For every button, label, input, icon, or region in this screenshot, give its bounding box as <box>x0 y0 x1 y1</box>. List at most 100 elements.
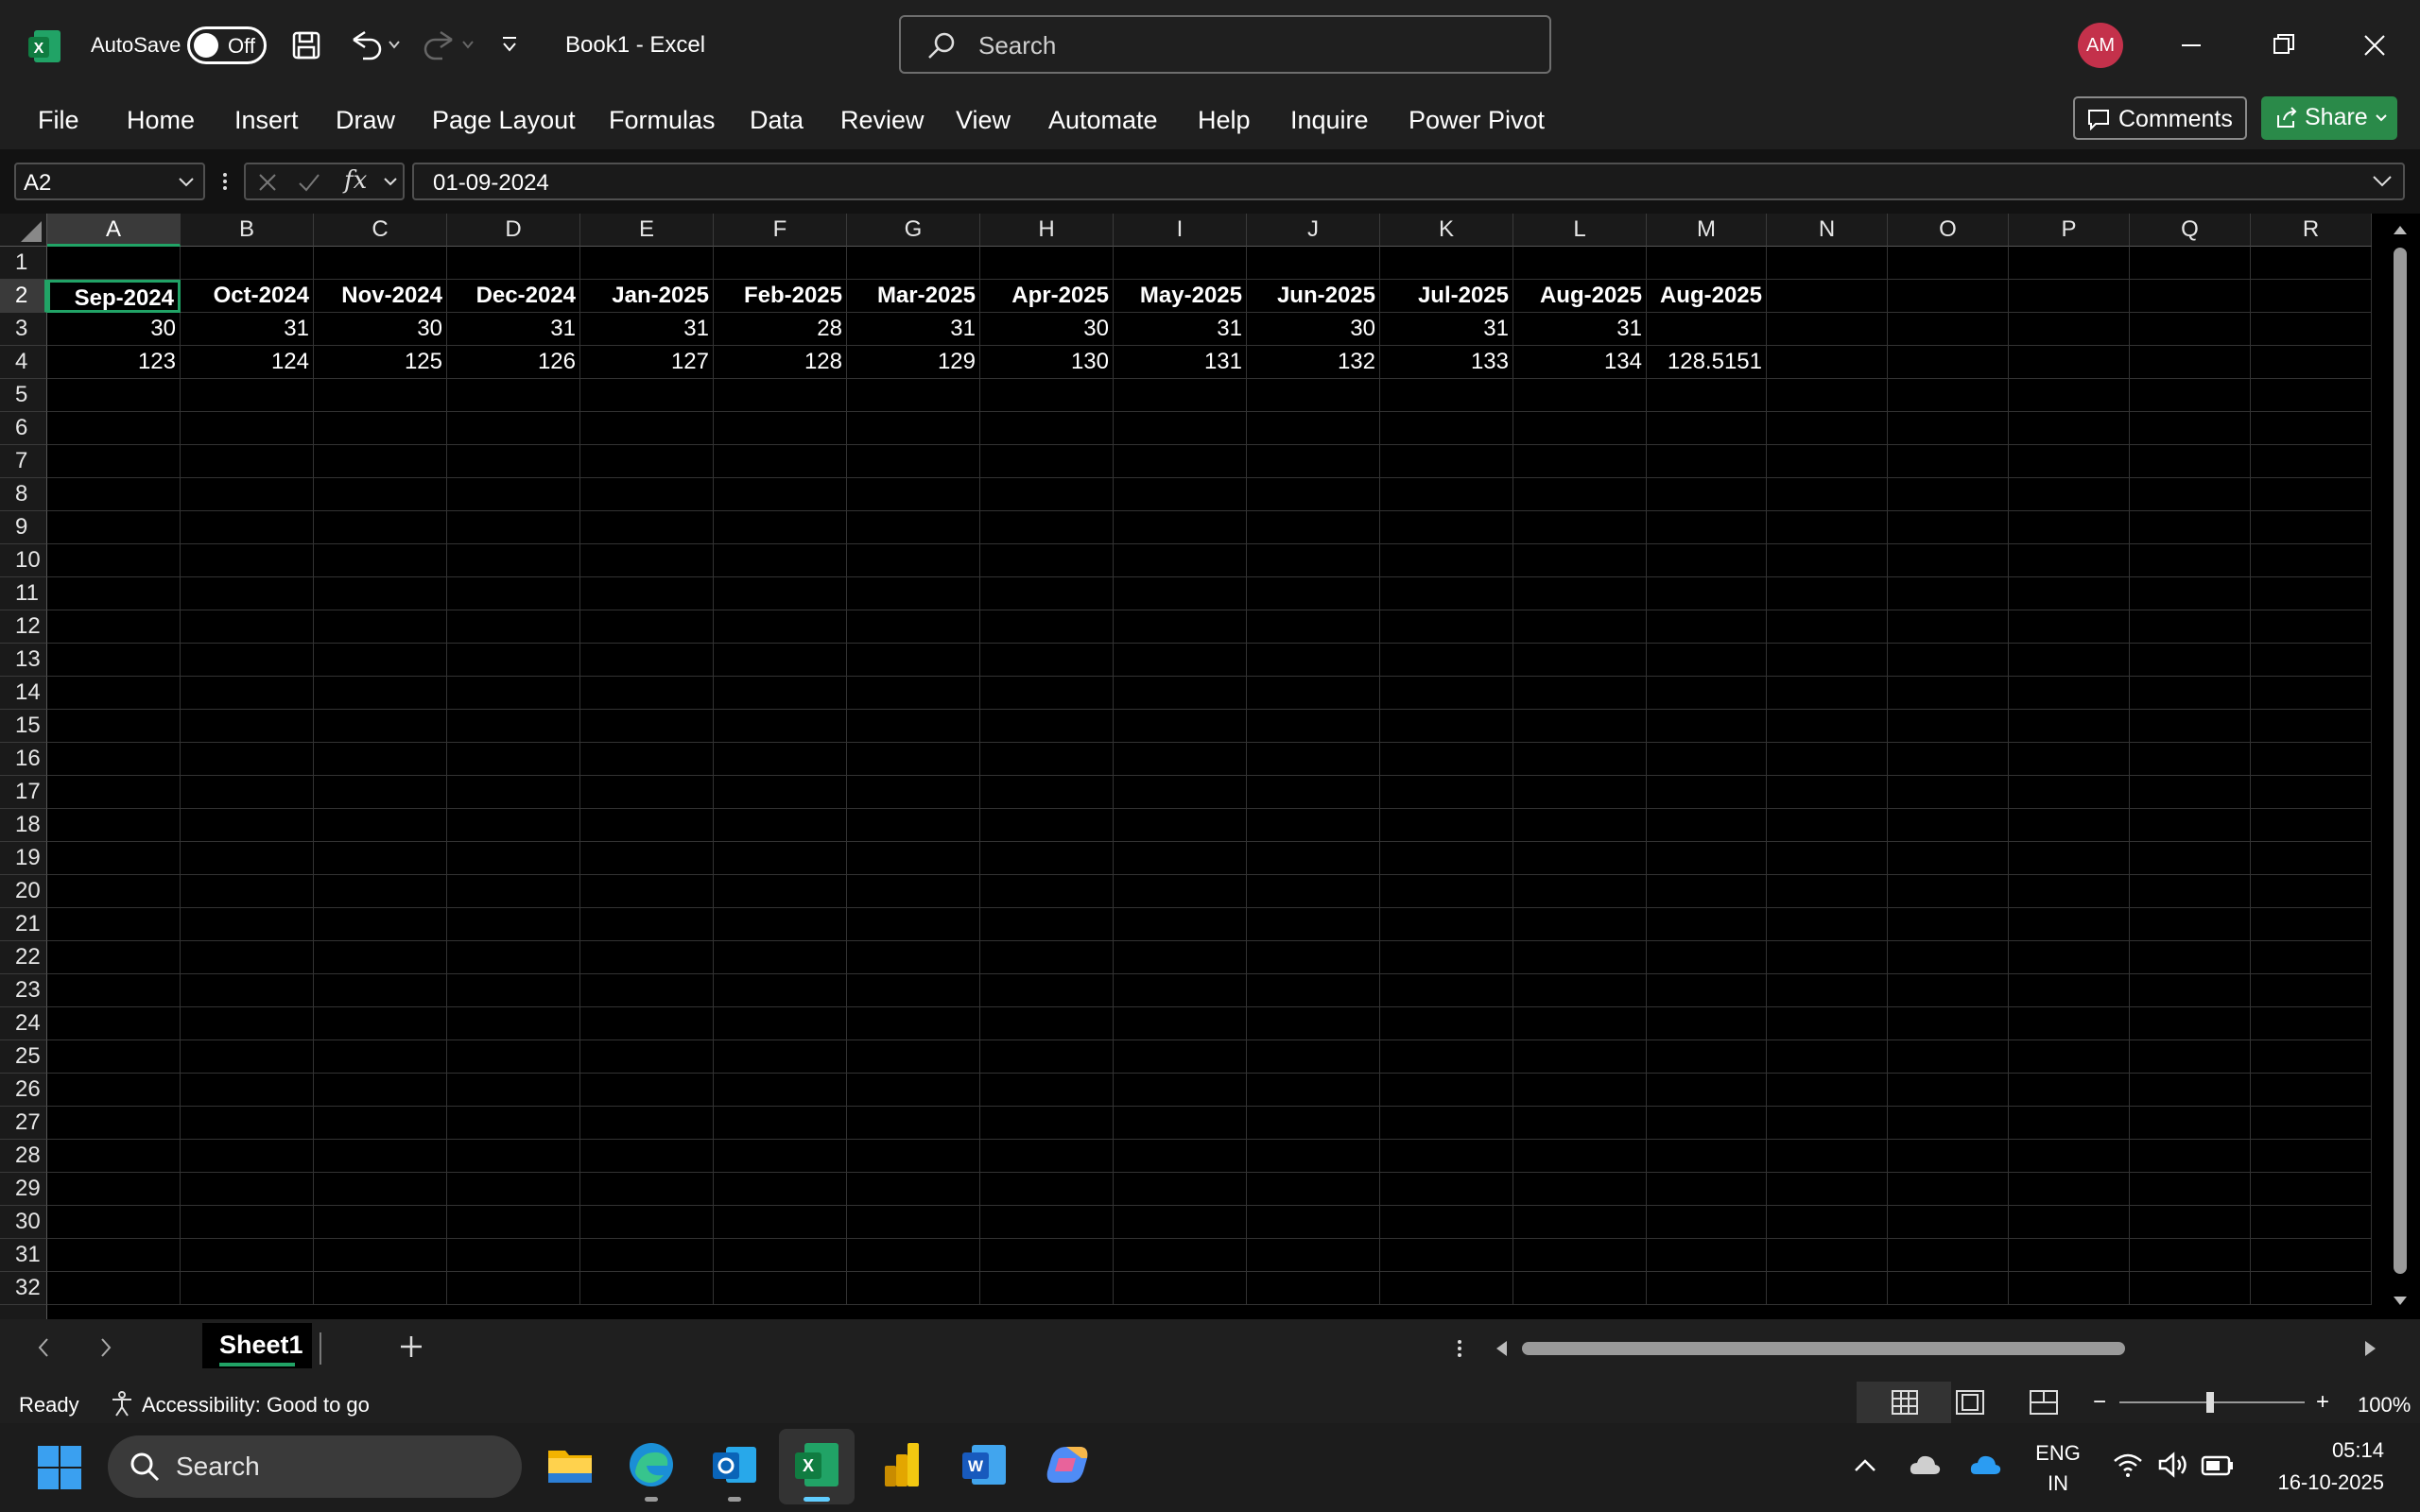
cell-p30[interactable] <box>2009 1206 2130 1239</box>
cell-r4[interactable] <box>2251 346 2372 379</box>
cell-l13[interactable] <box>1513 644 1647 677</box>
cell-m24[interactable] <box>1647 1007 1767 1040</box>
cell-f23[interactable] <box>714 974 847 1007</box>
cell-d4[interactable]: 126 <box>447 346 580 379</box>
cell-h8[interactable] <box>980 478 1114 511</box>
cell-d31[interactable] <box>447 1239 580 1272</box>
cell-g4[interactable]: 129 <box>847 346 980 379</box>
cell-c12[interactable] <box>314 610 447 644</box>
cell-g23[interactable] <box>847 974 980 1007</box>
cell-e27[interactable] <box>580 1107 714 1140</box>
cell-e15[interactable] <box>580 710 714 743</box>
cell-p24[interactable] <box>2009 1007 2130 1040</box>
row-header-13[interactable]: 13 <box>0 644 47 677</box>
cell-b9[interactable] <box>181 511 314 544</box>
cell-j12[interactable] <box>1247 610 1380 644</box>
zoom-out-icon[interactable]: − <box>2093 1389 2106 1416</box>
cell-b6[interactable] <box>181 412 314 445</box>
cell-a20[interactable] <box>47 875 181 908</box>
cell-f7[interactable] <box>714 445 847 478</box>
cell-m31[interactable] <box>1647 1239 1767 1272</box>
cell-j25[interactable] <box>1247 1040 1380 1074</box>
menu-help[interactable]: Help <box>1198 106 1251 135</box>
cell-h19[interactable] <box>980 842 1114 875</box>
cell-l20[interactable] <box>1513 875 1647 908</box>
select-all-corner[interactable] <box>0 214 47 247</box>
row-header-partial[interactable] <box>0 1305 47 1319</box>
cell-f13[interactable] <box>714 644 847 677</box>
cell-n9[interactable] <box>1767 511 1888 544</box>
cell-o9[interactable] <box>1888 511 2009 544</box>
cell-r27[interactable] <box>2251 1107 2372 1140</box>
cell-h25[interactable] <box>980 1040 1114 1074</box>
cell-h7[interactable] <box>980 445 1114 478</box>
cell-d5[interactable] <box>447 379 580 412</box>
cell-n13[interactable] <box>1767 644 1888 677</box>
more-options-icon[interactable] <box>217 166 233 197</box>
cell-p26[interactable] <box>2009 1074 2130 1107</box>
cell-l14[interactable] <box>1513 677 1647 710</box>
cell-c5[interactable] <box>314 379 447 412</box>
cell-i5[interactable] <box>1114 379 1247 412</box>
cell-g18[interactable] <box>847 809 980 842</box>
cell-e13[interactable] <box>580 644 714 677</box>
cell-m7[interactable] <box>1647 445 1767 478</box>
cell-n11[interactable] <box>1767 577 1888 610</box>
cell-l24[interactable] <box>1513 1007 1647 1040</box>
cell-k28[interactable] <box>1380 1140 1513 1173</box>
cell-r17[interactable] <box>2251 776 2372 809</box>
cell-e5[interactable] <box>580 379 714 412</box>
cell-l19[interactable] <box>1513 842 1647 875</box>
cell-l28[interactable] <box>1513 1140 1647 1173</box>
cell-h16[interactable] <box>980 743 1114 776</box>
cell-q23[interactable] <box>2130 974 2251 1007</box>
column-header-g[interactable]: G <box>847 214 980 247</box>
cell-n8[interactable] <box>1767 478 1888 511</box>
cell-k6[interactable] <box>1380 412 1513 445</box>
cell-o3[interactable] <box>1888 313 2009 346</box>
cell-m30[interactable] <box>1647 1206 1767 1239</box>
cell-b19[interactable] <box>181 842 314 875</box>
cell-q10[interactable] <box>2130 544 2251 577</box>
cell-c10[interactable] <box>314 544 447 577</box>
cell-q5[interactable] <box>2130 379 2251 412</box>
cell-o23[interactable] <box>1888 974 2009 1007</box>
cell-e19[interactable] <box>580 842 714 875</box>
cell-g10[interactable] <box>847 544 980 577</box>
cell-a25[interactable] <box>47 1040 181 1074</box>
cell-a32[interactable] <box>47 1272 181 1305</box>
cell-q12[interactable] <box>2130 610 2251 644</box>
cell-c4[interactable]: 125 <box>314 346 447 379</box>
wifi-icon[interactable] <box>2112 1450 2144 1480</box>
cell-e22[interactable] <box>580 941 714 974</box>
cell-k27[interactable] <box>1380 1107 1513 1140</box>
cell-c22[interactable] <box>314 941 447 974</box>
file-explorer-icon[interactable] <box>544 1439 596 1490</box>
cell-a10[interactable] <box>47 544 181 577</box>
cell-b18[interactable] <box>181 809 314 842</box>
accessibility-icon[interactable] <box>108 1389 136 1418</box>
cell-a11[interactable] <box>47 577 181 610</box>
cell-j17[interactable] <box>1247 776 1380 809</box>
cell-g31[interactable] <box>847 1239 980 1272</box>
cell-g5[interactable] <box>847 379 980 412</box>
cell-m15[interactable] <box>1647 710 1767 743</box>
cell-l4[interactable]: 134 <box>1513 346 1647 379</box>
cell-q3[interactable] <box>2130 313 2251 346</box>
cell-p23[interactable] <box>2009 974 2130 1007</box>
cell-e1[interactable] <box>580 247 714 280</box>
cell-b14[interactable] <box>181 677 314 710</box>
cell-f1[interactable] <box>714 247 847 280</box>
cell-e31[interactable] <box>580 1239 714 1272</box>
menu-file[interactable]: File <box>38 106 79 135</box>
cell-i30[interactable] <box>1114 1206 1247 1239</box>
cell-f26[interactable] <box>714 1074 847 1107</box>
cell-o29[interactable] <box>1888 1173 2009 1206</box>
cell-o19[interactable] <box>1888 842 2009 875</box>
cell-n26[interactable] <box>1767 1074 1888 1107</box>
cell-j32[interactable] <box>1247 1272 1380 1305</box>
cell-d18[interactable] <box>447 809 580 842</box>
cell-i11[interactable] <box>1114 577 1247 610</box>
cell-r18[interactable] <box>2251 809 2372 842</box>
cell-e21[interactable] <box>580 908 714 941</box>
